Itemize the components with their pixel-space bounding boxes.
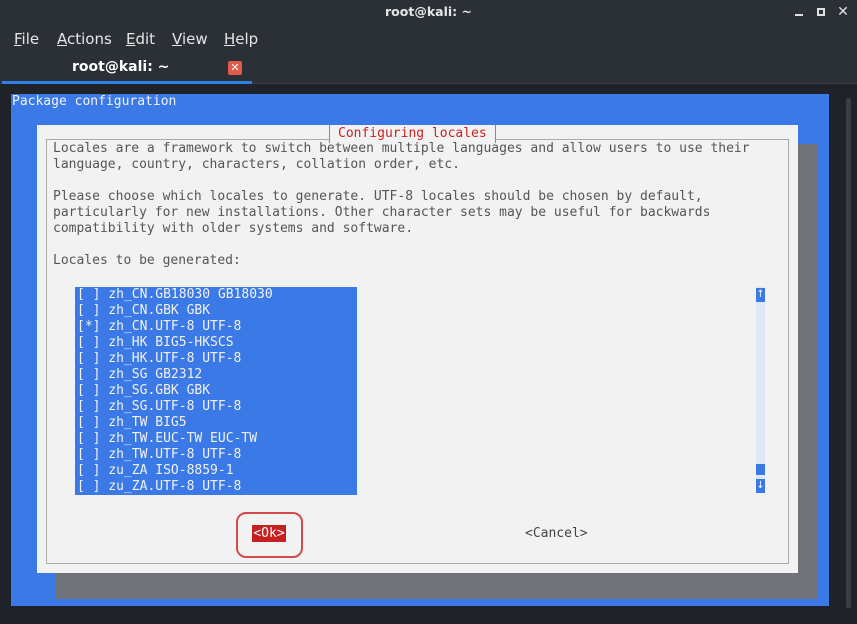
ok-button[interactable]: <Ok>: [252, 525, 286, 542]
window-titlebar: root@kali: ~ ✕: [0, 0, 857, 25]
checkbox[interactable]: [ ]: [77, 303, 100, 318]
menu-help[interactable]: Help: [224, 30, 258, 48]
locale-item[interactable]: [ ] zh_TW.UTF-8 UTF-8: [77, 447, 241, 463]
checkbox[interactable]: [ ]: [77, 431, 100, 446]
dialog-box: Configuring locales Locales are a framew…: [37, 125, 798, 573]
locale-item[interactable]: [ ] zh_TW BIG5: [77, 415, 187, 431]
list-scrollbar[interactable]: ↑ ↓: [756, 287, 765, 493]
checkbox[interactable]: [ ]: [77, 447, 100, 462]
desc-line: Please choose which locales to generate.…: [53, 189, 703, 204]
locale-item[interactable]: [ ] zh_SG GB2312: [77, 367, 202, 383]
terminal-scrollbar[interactable]: [846, 98, 851, 608]
checkbox[interactable]: [ ]: [77, 415, 100, 430]
checkbox[interactable]: [ ]: [77, 399, 100, 414]
desc-line: language, country, characters, collation…: [53, 157, 460, 172]
tab-label: root@kali: ~: [72, 59, 170, 75]
list-prompt: Locales to be generated:: [53, 253, 241, 268]
desc-line: particularly for new installations. Othe…: [53, 205, 711, 220]
arrow-down-icon[interactable]: ↓: [756, 479, 765, 493]
arrow-up-icon[interactable]: ↑: [756, 288, 765, 302]
menu-actions[interactable]: Actions: [57, 30, 112, 48]
menu-view[interactable]: View: [172, 30, 208, 48]
checkbox[interactable]: [ ]: [77, 335, 100, 350]
checkbox[interactable]: [*]: [77, 319, 100, 334]
locale-item[interactable]: [ ] zh_SG.UTF-8 UTF-8: [77, 399, 241, 415]
checkbox[interactable]: [ ]: [77, 351, 100, 366]
locale-item[interactable]: [ ] zh_HK.UTF-8 UTF-8: [77, 351, 241, 367]
checkbox[interactable]: [ ]: [77, 287, 100, 302]
checkbox[interactable]: [ ]: [77, 367, 100, 382]
locale-item[interactable]: [ ] zh_CN.GB18030 GB18030: [77, 287, 273, 303]
locale-item[interactable]: [ ] zh_HK BIG5-HKSCS: [77, 335, 234, 351]
menu-edit[interactable]: Edit: [126, 30, 155, 48]
checkbox[interactable]: [ ]: [77, 479, 100, 494]
close-icon: ✕: [837, 4, 849, 20]
dialog-background: Package configuration Configuring locale…: [11, 94, 829, 606]
locale-item[interactable]: [ ] zu_ZA ISO-8859-1: [77, 463, 234, 479]
maximize-icon: [817, 8, 825, 16]
locale-item[interactable]: [ ] zh_SG.GBK GBK: [77, 383, 210, 399]
close-icon[interactable]: ✕: [228, 61, 242, 75]
locales-listbox[interactable]: [ ] zh_CN.GB18030 GB18030 [ ] zh_CN.GBK …: [75, 287, 357, 495]
window-close-button[interactable]: ✕: [834, 3, 852, 21]
window-title: root@kali: ~: [385, 4, 472, 19]
checkbox[interactable]: [ ]: [77, 383, 100, 398]
maximize-button[interactable]: [812, 3, 830, 21]
locale-item[interactable]: [ ] zh_TW.EUC-TW EUC-TW: [77, 431, 257, 447]
locale-item[interactable]: [*] zh_CN.UTF-8 UTF-8: [77, 319, 241, 335]
cancel-button[interactable]: <Cancel>: [525, 525, 588, 542]
backtitle: Package configuration: [12, 94, 177, 109]
tab-bar: root@kali: ~ ✕: [0, 55, 857, 84]
checkbox[interactable]: [ ]: [77, 463, 100, 478]
desc-line: compatibility with older systems and sof…: [53, 221, 414, 236]
locale-item[interactable]: [ ] zu_ZA.UTF-8 UTF-8: [77, 479, 241, 495]
minimize-button[interactable]: [790, 3, 808, 21]
tab-terminal[interactable]: root@kali: ~ ✕: [2, 55, 252, 84]
scroll-position-indicator[interactable]: [756, 464, 765, 475]
terminal-area[interactable]: Package configuration Configuring locale…: [0, 84, 857, 624]
desc-line: Locales are a framework to switch betwee…: [53, 141, 750, 156]
minimize-icon: [795, 14, 803, 16]
menu-file[interactable]: File: [14, 30, 39, 48]
locale-item[interactable]: [ ] zh_CN.GBK GBK: [77, 303, 210, 319]
menu-bar: File Actions Edit View Help: [0, 25, 857, 55]
